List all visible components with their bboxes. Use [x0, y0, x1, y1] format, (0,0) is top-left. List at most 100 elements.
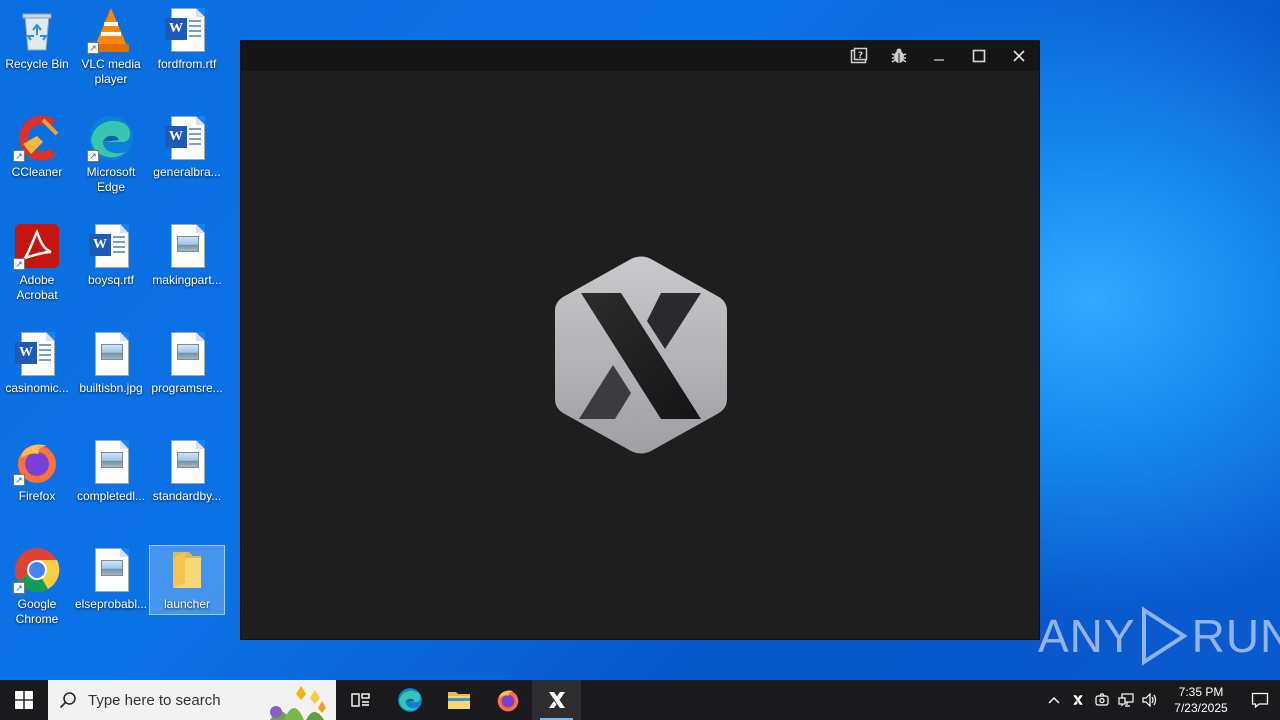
minimize-button[interactable]: [919, 41, 959, 71]
help-button[interactable]: ?: [839, 41, 879, 71]
tray-launcher-button[interactable]: [1066, 694, 1090, 706]
app-logo: [553, 255, 729, 455]
anyrun-watermark: ANY RUN: [1038, 606, 1280, 666]
tray-volume-button[interactable]: [1138, 693, 1162, 707]
image-file-icon: [87, 330, 135, 378]
desktop-icon-generalbra[interactable]: W generalbra...: [150, 114, 224, 180]
maximize-icon: [972, 49, 986, 63]
chrome-icon: ↗: [13, 546, 61, 594]
taskbar-firefox-button[interactable]: [483, 680, 532, 720]
desktop-icon-label: Microsoft Edge: [86, 165, 136, 194]
bug-report-button[interactable]: [879, 41, 919, 71]
desktop-icon-label: builtisbn.jpg: [79, 381, 143, 395]
desktop-icon-microsoft-edge[interactable]: ↗ Microsoft Edge: [74, 114, 148, 195]
help-icon: ?: [850, 47, 868, 64]
desktop-icon-completedl[interactable]: completedl...: [74, 438, 148, 504]
windows-logo-icon: [15, 691, 33, 709]
desktop-icon-label: VLC media player: [81, 57, 141, 86]
bug-icon: [891, 48, 907, 63]
taskbar: Type here to search 7:35 PM 7/23/2025: [0, 680, 1280, 720]
desktop-icon-label: Firefox: [18, 489, 56, 503]
x-launcher-icon: [548, 692, 565, 708]
desktop-icon-standardby[interactable]: standardby...: [150, 438, 224, 504]
edge-icon: ↗: [87, 114, 135, 162]
desktop-icon-builtisbn[interactable]: builtisbn.jpg: [74, 330, 148, 396]
shortcut-arrow-icon: ↗: [87, 42, 99, 54]
start-button[interactable]: [0, 680, 48, 720]
desktop-icon-label: programsre...: [151, 381, 223, 395]
desktop-icon-label: boysq.rtf: [87, 273, 135, 287]
desktop-icon-label: Recycle Bin: [5, 57, 69, 71]
desktop-icon-elseprobabl[interactable]: elseprobabl...: [74, 546, 148, 612]
launcher-app-window[interactable]: ?: [240, 40, 1040, 640]
maximize-button[interactable]: [959, 41, 999, 71]
folder-icon: [163, 546, 211, 594]
close-button[interactable]: [999, 41, 1039, 71]
desktop-icon-ccleaner[interactable]: ↗ CCleaner: [0, 114, 74, 180]
camera-icon: [1095, 693, 1109, 706]
desktop-icon-label: makingpart...: [152, 273, 222, 287]
desktop-icon-makingpart[interactable]: makingpart...: [150, 222, 224, 288]
desktop-icon-label: Google Chrome: [15, 597, 59, 626]
search-placeholder: Type here to search: [88, 691, 221, 709]
system-tray: 7:35 PM 7/23/2025: [1042, 680, 1280, 720]
file-explorer-icon: [447, 692, 470, 709]
desktop-icon-label: fordfrom.rtf: [157, 57, 217, 71]
shortcut-arrow-icon: ↗: [13, 474, 25, 486]
task-view-button[interactable]: [336, 680, 385, 720]
shortcut-arrow-icon: ↗: [13, 150, 25, 162]
network-icon: [1118, 693, 1134, 707]
play-triangle-icon: [1141, 606, 1188, 666]
desktop-icon-launcher[interactable]: launcher: [149, 545, 225, 615]
edge-icon: [397, 688, 422, 712]
desktop-icon-fordfrom[interactable]: W fordfrom.rtf: [150, 6, 224, 72]
shortcut-arrow-icon: ↗: [87, 150, 99, 162]
desktop-icon-label: CCleaner: [11, 165, 63, 179]
tray-meet-button[interactable]: [1090, 693, 1114, 707]
show-hidden-icons-button[interactable]: [1042, 696, 1066, 704]
desktop-icon-label: completedl...: [76, 489, 146, 503]
image-file-icon: [87, 546, 135, 594]
desktop-icon-label: casinomic...: [5, 381, 69, 395]
desktop-icon-label: elseprobabl...: [74, 597, 148, 611]
vlc-icon: ↗: [87, 6, 135, 54]
watermark-left-text: ANY: [1038, 610, 1136, 662]
word-document-icon: W: [13, 330, 61, 378]
desktop-icon-recycle-bin[interactable]: Recycle Bin: [0, 6, 74, 72]
desktop-icon-boysq[interactable]: W boysq.rtf: [74, 222, 148, 288]
window-titlebar[interactable]: ?: [241, 41, 1039, 71]
desktop-icon-firefox[interactable]: ↗ Firefox: [0, 438, 74, 504]
tray-network-button[interactable]: [1114, 693, 1138, 707]
desktop-icon-adobe-acrobat[interactable]: ↗ Adobe Acrobat: [0, 222, 74, 303]
watermark-right-text: RUN: [1191, 610, 1280, 662]
taskbar-search-box[interactable]: Type here to search: [48, 680, 336, 720]
clock-time: 7:35 PM: [1178, 685, 1224, 699]
speaker-icon: [1142, 693, 1157, 707]
desktop-icon-label: launcher: [163, 597, 211, 611]
image-file-icon: [163, 438, 211, 486]
shortcut-arrow-icon: ↗: [13, 582, 25, 594]
desktop-icon-vlc[interactable]: ↗ VLC media player: [74, 6, 148, 87]
taskbar-clock[interactable]: 7:35 PM 7/23/2025: [1162, 684, 1240, 716]
clock-date: 7/23/2025: [1174, 701, 1228, 715]
desktop-icon-google-chrome[interactable]: ↗ Google Chrome: [0, 546, 74, 627]
taskbar-file-explorer-button[interactable]: [434, 680, 483, 720]
desktop-icon-casinomic[interactable]: W casinomic...: [0, 330, 74, 396]
word-document-icon: W: [163, 6, 211, 54]
svg-text:?: ?: [858, 51, 863, 61]
word-document-icon: W: [87, 222, 135, 270]
chevron-up-icon: [1048, 697, 1060, 704]
task-view-icon: [350, 693, 370, 707]
taskbar-launcher-button[interactable]: [532, 680, 581, 720]
image-file-icon: [87, 438, 135, 486]
ccleaner-icon: ↗: [13, 114, 61, 162]
taskbar-edge-button[interactable]: [385, 680, 434, 720]
action-center-button[interactable]: [1240, 691, 1280, 709]
desktop-icon-label: standardby...: [152, 489, 222, 503]
desktop-icon-programsre[interactable]: programsre...: [150, 330, 224, 396]
firefox-icon: [497, 690, 518, 712]
search-highlight-flowers-icon: [270, 686, 326, 720]
image-file-icon: [163, 222, 211, 270]
close-icon: [1013, 50, 1025, 62]
adobe-acrobat-icon: ↗: [13, 222, 61, 270]
